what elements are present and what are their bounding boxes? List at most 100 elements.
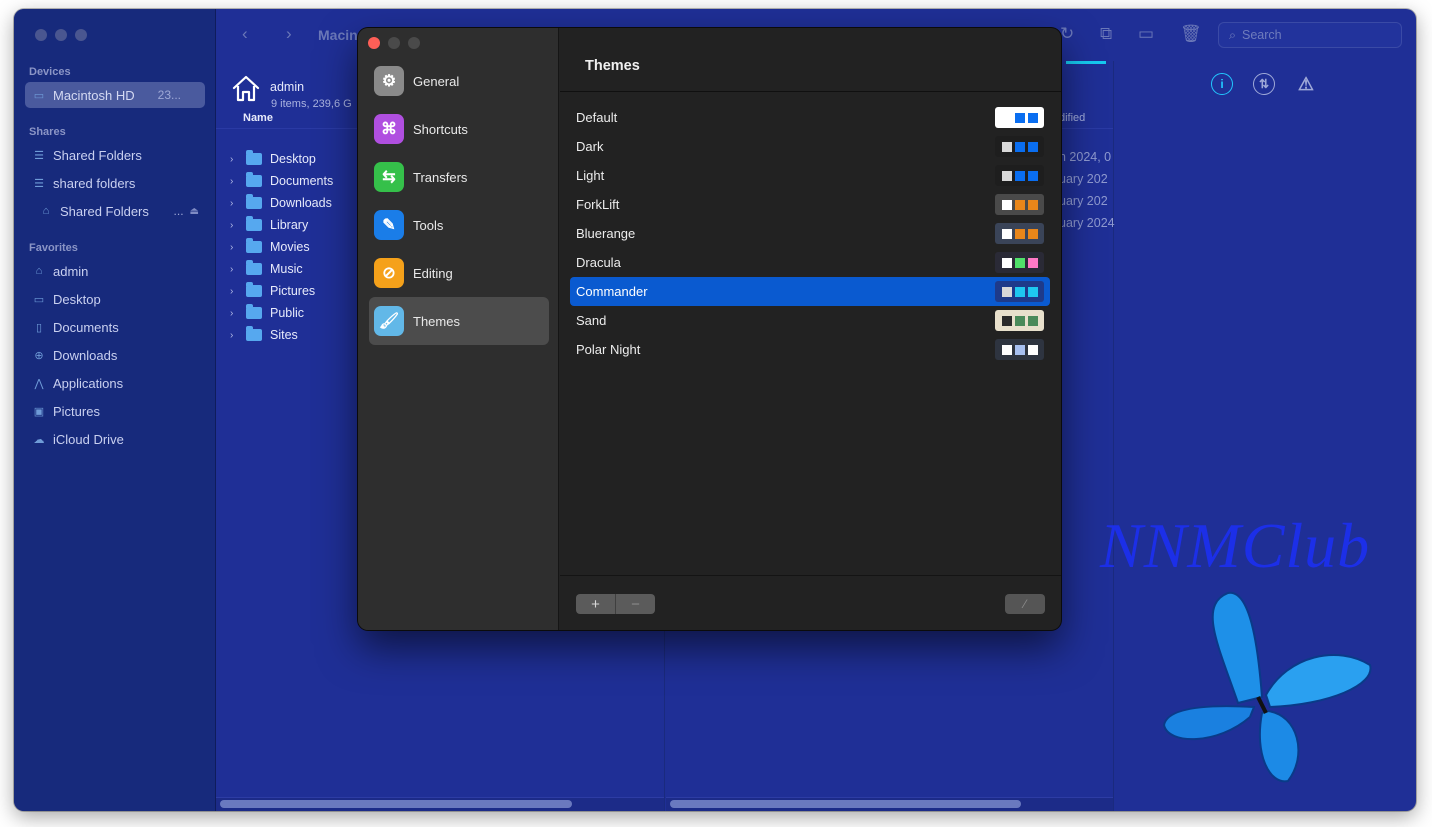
horizontal-scrollbar[interactable]: [666, 797, 1113, 811]
minimize-window-button[interactable]: [55, 29, 67, 41]
sidebar-item-shared-folders-1[interactable]: ☰ Shared Folders: [25, 142, 205, 168]
sidebar-item-pictures[interactable]: ▣ Pictures: [25, 398, 205, 424]
chevron-right-icon[interactable]: ›: [230, 330, 240, 341]
swatch-color: [1001, 170, 1012, 181]
chevron-right-icon[interactable]: ›: [230, 308, 240, 319]
pref-nav-shortcuts[interactable]: ⌘ Shortcuts: [369, 105, 549, 153]
theme-name: Light: [576, 168, 605, 183]
trash-icon[interactable]: 🗑: [1180, 24, 1202, 44]
swatch-color: [1001, 257, 1012, 268]
sidebar-item-applications[interactable]: ⋀ Applications: [25, 370, 205, 396]
chevron-right-icon[interactable]: ›: [230, 176, 240, 187]
theme-swatch: [995, 136, 1044, 157]
theme-swatch: [995, 223, 1044, 244]
file-row[interactable]: › Sites: [230, 324, 298, 346]
theme-row[interactable]: Dracula: [570, 248, 1050, 277]
disk-icon: ▭: [33, 89, 45, 102]
pref-nav-themes[interactable]: 🖌 Themes: [369, 297, 549, 345]
theme-row[interactable]: Dark: [570, 132, 1050, 161]
scrollbar-thumb[interactable]: [670, 800, 1021, 808]
network-disk-icon: ⌂: [42, 205, 50, 217]
theme-row[interactable]: Default: [570, 103, 1050, 132]
file-row[interactable]: › Public: [230, 302, 304, 324]
theme-row[interactable]: Commander: [570, 277, 1050, 306]
close-window-button[interactable]: [35, 29, 47, 41]
info-icon[interactable]: i: [1211, 73, 1233, 95]
swatch-color: [1027, 170, 1038, 181]
sidebar-item-macintosh-hd[interactable]: ▭ Macintosh HD 23...: [25, 82, 205, 108]
chevron-right-icon[interactable]: ›: [230, 264, 240, 275]
warning-icon[interactable]: ⚠: [1295, 73, 1317, 95]
theme-row[interactable]: Bluerange: [570, 219, 1050, 248]
eject-icon[interactable]: ⏏: [190, 206, 199, 217]
search-field[interactable]: ⌕ Search: [1218, 22, 1402, 48]
theme-swatch: [995, 194, 1044, 215]
theme-row[interactable]: ForkLift: [570, 190, 1050, 219]
sync-icon[interactable]: ↻: [1060, 24, 1074, 44]
swatch-color: [1027, 141, 1038, 152]
swatch-color: [1027, 257, 1038, 268]
chevron-right-icon[interactable]: ›: [230, 286, 240, 297]
watermark-text: NNMClub: [1100, 510, 1371, 581]
sidebar-item-documents[interactable]: ▯ Documents: [25, 314, 205, 340]
pref-nav-tools[interactable]: ✎ Tools: [369, 201, 549, 249]
swatch-color: [1027, 199, 1038, 210]
swatch-color: [1001, 228, 1012, 239]
pref-nav-transfers[interactable]: ⇆ Transfers: [369, 153, 549, 201]
file-row[interactable]: › Music: [230, 258, 303, 280]
chevron-right-icon[interactable]: ›: [230, 220, 240, 231]
file-row[interactable]: › Desktop: [230, 148, 316, 170]
file-row[interactable]: › Downloads: [230, 192, 332, 214]
copy-icon[interactable]: ⧉: [1100, 24, 1112, 44]
swatch-color: [1014, 170, 1025, 181]
swatch-color: [1014, 315, 1025, 326]
remove-theme-button[interactable]: −: [615, 594, 655, 614]
theme-swatch: [995, 281, 1044, 302]
gear-icon: ⚙: [374, 66, 404, 96]
panel-footer: + − ⁄: [560, 575, 1061, 630]
chevron-right-icon[interactable]: ›: [230, 198, 240, 209]
pref-nav-general[interactable]: ⚙ General: [369, 57, 549, 105]
minimize-dialog-button[interactable]: [388, 37, 400, 49]
sidebar-section-favorites: Favorites: [29, 242, 78, 254]
zoom-dialog-button[interactable]: [408, 37, 420, 49]
file-row[interactable]: › Documents: [230, 170, 333, 192]
edit-theme-button[interactable]: ⁄: [1005, 594, 1045, 614]
theme-row[interactable]: Light: [570, 161, 1050, 190]
sidebar-item-shared-folders-2[interactable]: ☰ shared folders: [25, 170, 205, 196]
dialog-window-controls: [368, 37, 420, 49]
close-dialog-button[interactable]: [368, 37, 380, 49]
sync-status-icon[interactable]: ⇅: [1253, 73, 1275, 95]
chevron-right-icon[interactable]: ›: [230, 242, 240, 253]
add-theme-button[interactable]: +: [576, 594, 615, 614]
file-row[interactable]: › Library: [230, 214, 308, 236]
horizontal-scrollbar[interactable]: [216, 797, 664, 811]
sidebar-item-shared-folders-3[interactable]: ⌂ Shared Folders ... ⏏: [25, 198, 205, 224]
inspector-tabs: i ⇅ ⚠: [1211, 73, 1317, 95]
cloud-icon: ☁: [33, 433, 45, 446]
wrench-icon: ✎: [374, 210, 404, 240]
back-icon[interactable]: ‹: [242, 24, 248, 44]
swatch-color: [1001, 141, 1012, 152]
folder-icon: [246, 194, 262, 209]
sidebar-item-icloud-drive[interactable]: ☁ iCloud Drive: [25, 426, 205, 452]
sidebar-item-admin[interactable]: ⌂ admin: [25, 258, 205, 284]
window-title: Macin: [318, 27, 358, 43]
swatch-color: [1027, 112, 1038, 123]
pref-nav-editing[interactable]: ⊘ Editing: [369, 249, 549, 297]
swatch-color: [1001, 315, 1012, 326]
new-folder-icon[interactable]: ▭: [1138, 24, 1154, 44]
theme-name: ForkLift: [576, 197, 620, 212]
theme-row[interactable]: Sand: [570, 306, 1050, 335]
zoom-window-button[interactable]: [75, 29, 87, 41]
forward-icon[interactable]: ›: [286, 24, 292, 44]
swatch-color: [1014, 112, 1025, 123]
file-row[interactable]: › Movies: [230, 236, 310, 258]
sidebar-section-shares: Shares: [29, 126, 66, 138]
chevron-right-icon[interactable]: ›: [230, 154, 240, 165]
theme-row[interactable]: Polar Night: [570, 335, 1050, 364]
sidebar-item-desktop[interactable]: ▭ Desktop: [25, 286, 205, 312]
sidebar-item-downloads[interactable]: ⊕ Downloads: [25, 342, 205, 368]
scrollbar-thumb[interactable]: [220, 800, 572, 808]
file-row[interactable]: › Pictures: [230, 280, 315, 302]
